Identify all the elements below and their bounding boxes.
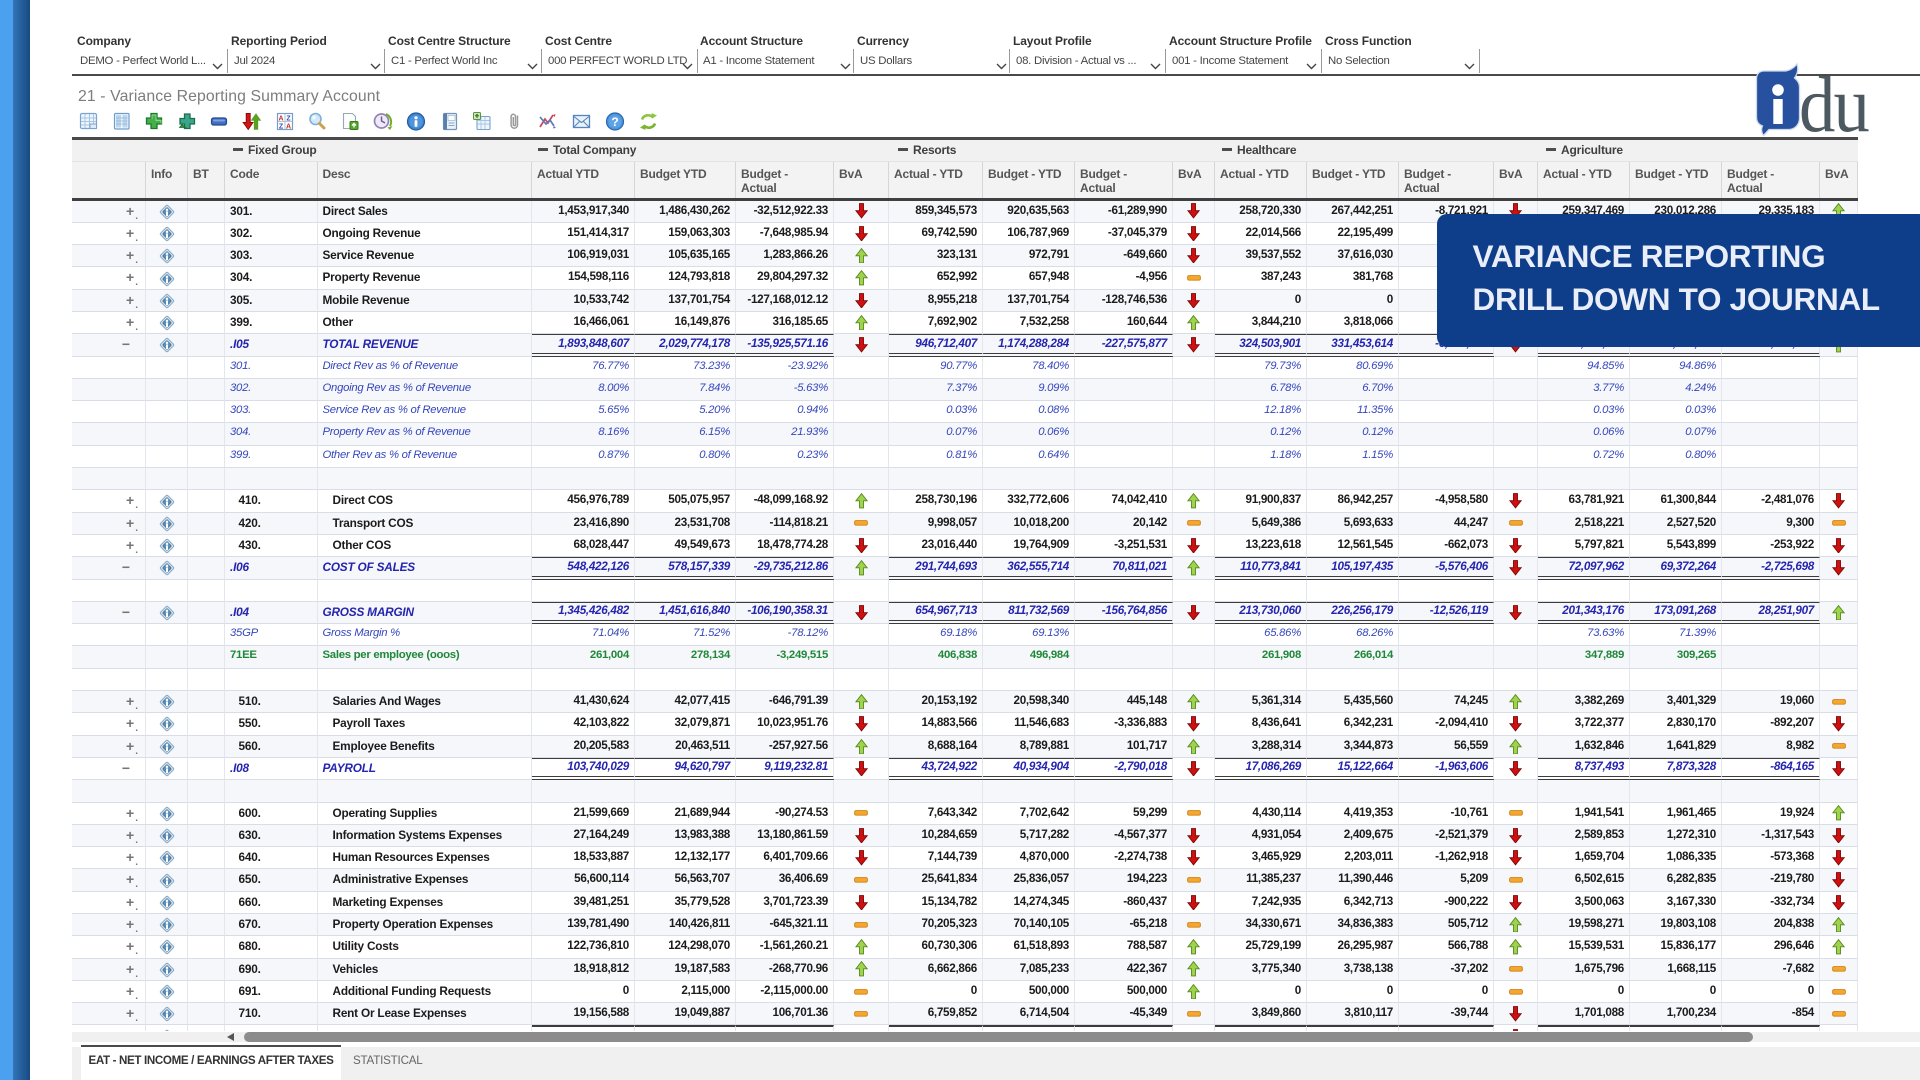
svg-text:du: du [1799,62,1869,142]
svg-text:?: ? [611,115,618,129]
svg-text:A: A [286,124,291,131]
svg-text:Z: Z [278,124,283,131]
